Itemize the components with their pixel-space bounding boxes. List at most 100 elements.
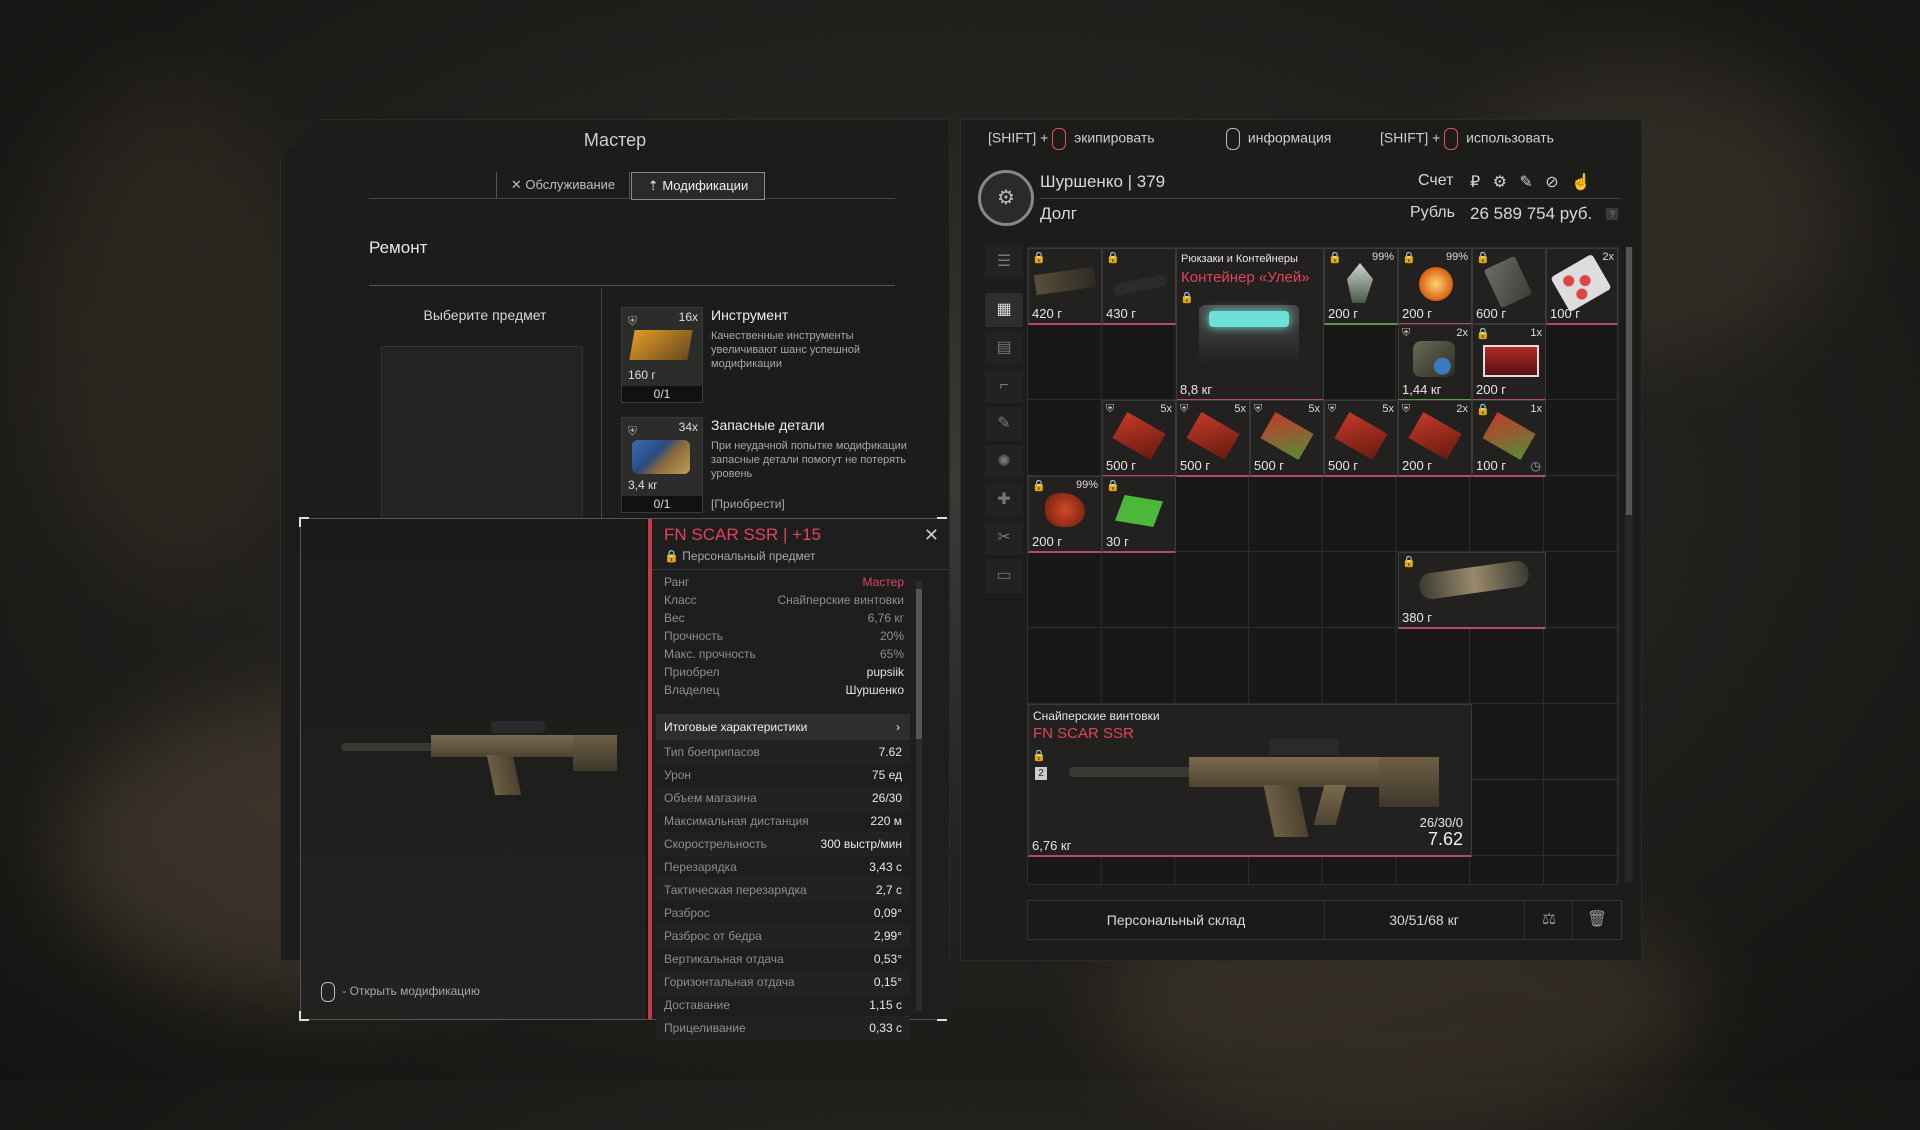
stat-value: 0,33 с <box>869 1021 902 1035</box>
stat-label: Прицеливание <box>664 1021 746 1035</box>
buy-link[interactable]: [Приобрести] <box>711 497 785 511</box>
item-detector[interactable]: 🔒 600 г <box>1472 248 1546 324</box>
material-count: 16x <box>678 310 698 324</box>
stat-value: 7.62 <box>878 745 902 759</box>
divider <box>1040 198 1620 199</box>
detector-icon <box>1483 255 1533 309</box>
attribute-row: Класс Снайперские винтовки <box>656 593 910 611</box>
item-count: 1x <box>1530 403 1542 415</box>
trash-icon[interactable]: 🗑 <box>1572 901 1621 939</box>
item-artifact-red[interactable]: 🔒 99% 200 г <box>1028 476 1102 553</box>
filter-misc-icon[interactable]: ▭ <box>985 559 1023 593</box>
rifle-preview-icon <box>341 719 621 819</box>
material-spare-parts[interactable]: ⛨ 34x 3,4 кг 0/1 Запасные детали При неу… <box>621 417 921 513</box>
item-mutant-part[interactable]: 🔒 1x 100 г ◷ <box>1472 400 1546 477</box>
lock-icon: 🔒 <box>1106 252 1120 264</box>
material-weight: 160 г <box>628 368 656 382</box>
item-mutant-part[interactable]: ⛨ 5x 500 г <box>1250 400 1324 477</box>
stat-label: Разброс <box>664 906 710 920</box>
lock-icon: 🔒 <box>1032 252 1046 264</box>
section-title: Ремонт <box>369 238 428 257</box>
item-artifact-crystal[interactable]: 🔒 99% 200 г <box>1324 248 1398 325</box>
attribute-value: pupsiik <box>866 665 904 679</box>
item-weight: 200 г <box>1402 458 1433 473</box>
stash-name[interactable]: Персональный склад <box>1028 901 1325 939</box>
item-container-hive[interactable]: Рюкзаки и Контейнеры Контейнер «Улей» 🔒 … <box>1176 248 1324 401</box>
filter-list-icon[interactable]: ☰ <box>985 245 1023 279</box>
filter-weapon-icon[interactable]: ⌐ <box>985 369 1023 403</box>
filter-tools-icon[interactable]: ✂ <box>985 521 1023 555</box>
help-icon[interactable]: ? <box>1606 208 1618 220</box>
item-mutant-part[interactable]: ⛨ 5x 500 г <box>1176 400 1250 477</box>
attribute-row: Ранг Мастер <box>656 575 910 593</box>
item-repair-kit[interactable]: 🔒 1x 200 г <box>1472 324 1546 401</box>
item-grenades[interactable]: ⛨ 2x 1,44 кг <box>1398 324 1472 401</box>
item-category: Рюкзаки и Контейнеры <box>1181 253 1298 265</box>
tab-label: Обслуживание <box>525 177 616 192</box>
item-details: FN SCAR SSR | +15 ✕ 🔒 Персональный предм… <box>648 519 949 1040</box>
item-weight: 500 г <box>1180 458 1211 473</box>
tab-modifications[interactable]: ⇡ Модификации <box>631 172 765 200</box>
mutant-part-icon <box>1482 412 1536 460</box>
lock-icon: 🔒 <box>1180 292 1194 304</box>
artifact-icon <box>1045 493 1085 527</box>
stash-grid[interactable]: 🔒 420 г 🔒 430 г Рюкзаки и Контейнеры Кон… <box>1027 247 1619 885</box>
container-glow <box>1209 311 1289 327</box>
filter-knife-icon[interactable]: ✎ <box>985 407 1023 441</box>
item-weight: 500 г <box>1254 458 1285 473</box>
stat-value: 2,7 с <box>875 883 902 897</box>
background-blur <box>30 80 310 580</box>
attribute-value: Снайперские винтовки <box>777 593 904 607</box>
stat-label: Перезарядка <box>664 860 737 874</box>
stat-row: Прицеливание 0,33 с <box>656 1017 910 1040</box>
crystal-icon <box>1347 263 1373 303</box>
item-mutant-part[interactable]: ⛨ 5x 500 г <box>1324 400 1398 477</box>
item-title: FN SCAR SSR | +15 <box>664 525 821 544</box>
stat-value: 75 ед <box>871 768 902 782</box>
tab-maintenance[interactable]: ✕ Обслуживание <box>496 172 630 198</box>
item-artifact-fireball[interactable]: 🔒 99% 200 г <box>1398 248 1472 325</box>
item-rifle-scar-ssr[interactable]: Снайперские винтовки FN SCAR SSR 🔒 2 26/… <box>1028 704 1472 857</box>
item-green-leaf[interactable]: 🔒 30 г <box>1102 476 1176 553</box>
lock-icon: ⛨ <box>1402 327 1411 339</box>
item-mutant-part[interactable]: ⛨ 5x 500 г <box>1102 400 1176 477</box>
stat-value: 300 выстр/мин <box>820 837 902 851</box>
item-drop-slot[interactable] <box>381 346 583 528</box>
item-weight: 600 г <box>1476 306 1507 321</box>
mouse-icon <box>1052 128 1067 150</box>
close-icon[interactable]: ✕ <box>924 525 939 546</box>
shield-icon: ⛨ <box>1180 403 1189 415</box>
attributes-list: Ранг Мастер Класс Снайперские винтовки Вес 6,… <box>656 575 910 701</box>
popup-scrollbar[interactable] <box>916 581 922 1011</box>
item-weapon-part[interactable]: 🔒 420 г <box>1028 248 1102 325</box>
filter-grid-icon[interactable]: ▦ <box>985 293 1023 327</box>
filter-armor-icon[interactable]: ▤ <box>985 331 1023 365</box>
mutant-part-icon <box>1334 412 1388 460</box>
item-weight: 200 г <box>1402 306 1433 321</box>
attribute-value: Шуршенко <box>845 683 904 697</box>
material-tool[interactable]: ⛨ 16x 160 г 0/1 Инструмент Качественные … <box>621 307 921 403</box>
filter-artifact-icon[interactable]: ✺ <box>985 445 1023 479</box>
totals-header[interactable]: Итоговые характеристики › <box>656 714 910 740</box>
stat-row: Тактическая перезарядка 2,7 с <box>656 879 910 902</box>
item-count: 5x <box>1234 403 1246 415</box>
clock-icon: ◷ <box>1530 459 1541 473</box>
attribute-row: Макс. прочность 65% <box>656 647 910 665</box>
item-scope[interactable]: 🔒 380 г <box>1398 552 1546 629</box>
mutant-part-icon <box>1408 412 1462 460</box>
item-suppressor[interactable]: 🔒 430 г <box>1102 248 1176 325</box>
item-mutant-part[interactable]: ⛨ 2x 200 г <box>1398 400 1472 477</box>
stat-label: Разброс от бедра <box>664 929 762 943</box>
attribute-row: Владелец Шуршенко <box>656 683 910 701</box>
attribute-label: Макс. прочность <box>664 647 756 661</box>
item-pills[interactable]: 2x 100 г <box>1546 248 1618 325</box>
currency-icons[interactable]: ₽ ⚙ ✎ ⊘ ☝ <box>1470 172 1595 192</box>
filter-medkit-icon[interactable]: ✚ <box>985 483 1023 517</box>
ammo-count: 26/30/0 <box>1419 815 1463 830</box>
item-count: 2x <box>1456 327 1468 339</box>
stash-scrollbar[interactable] <box>1625 247 1633 883</box>
lock-icon: 🔒 <box>1328 252 1342 264</box>
material-desc: Качественные инструменты увеличивают шан… <box>711 330 861 370</box>
stat-value: 0,15° <box>873 975 902 989</box>
stat-value: 1,15 с <box>869 998 902 1012</box>
